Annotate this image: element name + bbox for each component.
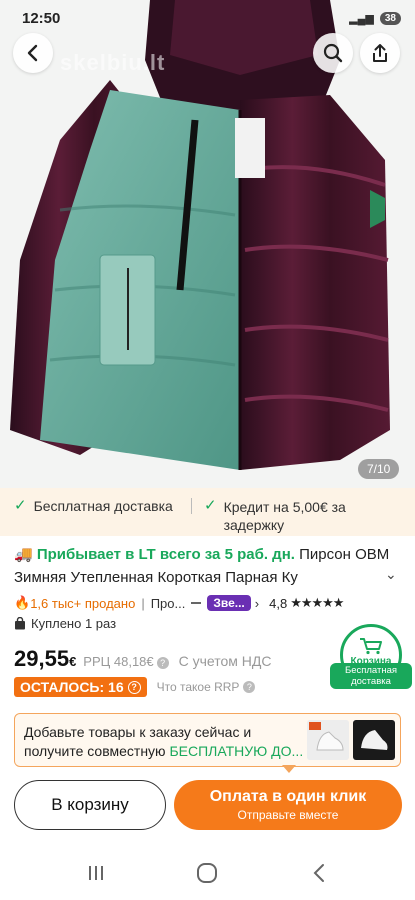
rating-stars[interactable]: ★★★★★ (290, 595, 344, 611)
signal-icon: ▂▄▆ (349, 12, 374, 25)
promo-thumbnail[interactable] (353, 720, 395, 760)
price-currency: € (69, 654, 77, 669)
info-icon[interactable]: ? (243, 681, 256, 693)
truck-icon: 🚚 (14, 546, 33, 563)
status-bar: 12:50 ▂▄▆ 38 (0, 0, 415, 36)
credit-label: Кредит на 5,00€ за задержку (223, 499, 346, 533)
home-icon (197, 862, 218, 883)
pro-label[interactable]: Про... (151, 596, 186, 611)
watermark: skelbiu.lt (60, 50, 166, 75)
shoe-image (353, 720, 395, 760)
promo-text: Добавьте товары к заказу сейчас и получи… (24, 723, 306, 761)
product-image[interactable]: 12:50 ▂▄▆ 38 skelbiu.lt 7/10 (0, 0, 415, 488)
question-icon: ? (127, 680, 141, 694)
chevron-right-icon[interactable]: › (255, 596, 259, 611)
status-time: 12:50 (22, 9, 61, 27)
rrp-price: РРЦ 48,18€ (83, 654, 154, 669)
separator: | (141, 595, 145, 611)
chevron-down-icon[interactable]: ⌄ (385, 566, 397, 583)
price-value: 29,55 (14, 646, 70, 671)
bought-info: Куплено 1 раз (14, 616, 116, 631)
share-icon (373, 44, 387, 62)
arrival-text: Прибывает в LT всего за 5 раб. дн. (36, 546, 295, 563)
sold-count: 1,6 тыс+ продано (30, 595, 136, 611)
product-title[interactable]: 🚚 Прибывает в LT всего за 5 раб. дн. Пир… (14, 543, 404, 589)
cart-ribbon: Бесплатная доставка (330, 663, 412, 689)
share-button[interactable] (360, 33, 400, 73)
recent-apps-icon (88, 865, 103, 880)
stock-left-badge[interactable]: ОСТАЛОСЬ: 16 ? (14, 677, 147, 697)
stock-left-label: ОСТАЛОСЬ: 16 (20, 679, 124, 695)
back-nav-button[interactable] (299, 853, 339, 893)
free-shipping-label: Бесплатная доставка (33, 498, 173, 514)
search-icon (323, 43, 343, 63)
buy-now-label: Оплата в один клик (209, 788, 367, 805)
vat-note: С учетом НДС (178, 653, 272, 669)
cart-badge[interactable]: Корзина Бесплатная доставка (330, 624, 412, 691)
search-button[interactable] (313, 33, 353, 73)
rrp-question[interactable]: Что такое RRP (157, 680, 240, 694)
check-icon: ✓ (14, 497, 27, 514)
divider (191, 498, 192, 514)
back-icon (313, 863, 325, 882)
promo-highlight: БЕСПЛАТНУЮ ДО... (169, 743, 304, 759)
price-row: 29,55 € РРЦ 48,18€ ? С учетом НДС (14, 646, 272, 672)
system-nav-bar (0, 845, 415, 900)
promo-thumbnails (307, 720, 395, 760)
promo-thumbnail[interactable] (307, 720, 349, 760)
minus-icon (191, 602, 202, 604)
free-shipping-item: ✓ Бесплатная доставка (14, 497, 191, 515)
buy-now-sublabel: Отправьте вместе (237, 808, 339, 822)
cart-icon (360, 638, 382, 655)
rating-value: 4,8 (269, 595, 288, 611)
product-stats: 🔥 1,6 тыс+ продано | Про... Зве... › 4,8… (14, 593, 406, 613)
info-icon[interactable]: ? (156, 657, 169, 669)
check-icon: ✓ (204, 497, 217, 514)
back-button[interactable] (13, 33, 53, 73)
buy-now-button[interactable]: Оплата в один клик Отправьте вместе (174, 780, 402, 830)
star-badge[interactable]: Зве... (207, 595, 251, 611)
add-to-cart-button[interactable]: В корзину (14, 780, 166, 830)
stock-row: ОСТАЛОСЬ: 16 ? Что такое RRP ? (14, 677, 265, 697)
bought-text: Куплено 1 раз (31, 616, 117, 631)
home-button[interactable] (187, 853, 227, 893)
shipping-info-bar[interactable]: ✓ Бесплатная доставка ✓ Кредит на 5,00€ … (0, 488, 415, 536)
fire-icon: 🔥 (14, 595, 31, 610)
shoe-image (307, 720, 349, 760)
recent-apps-button[interactable] (76, 853, 116, 893)
bundle-promo[interactable]: Добавьте товары к заказу сейчас и получи… (14, 713, 401, 767)
image-counter: 7/10 (358, 459, 400, 479)
battery-indicator: 38 (379, 11, 401, 25)
chevron-left-icon (27, 44, 38, 62)
bag-icon (15, 617, 25, 630)
promo-pointer (282, 765, 296, 773)
status-icons: ▂▄▆ 38 (349, 11, 401, 25)
credit-item: ✓ Кредит на 5,00€ за задержку (204, 498, 404, 534)
